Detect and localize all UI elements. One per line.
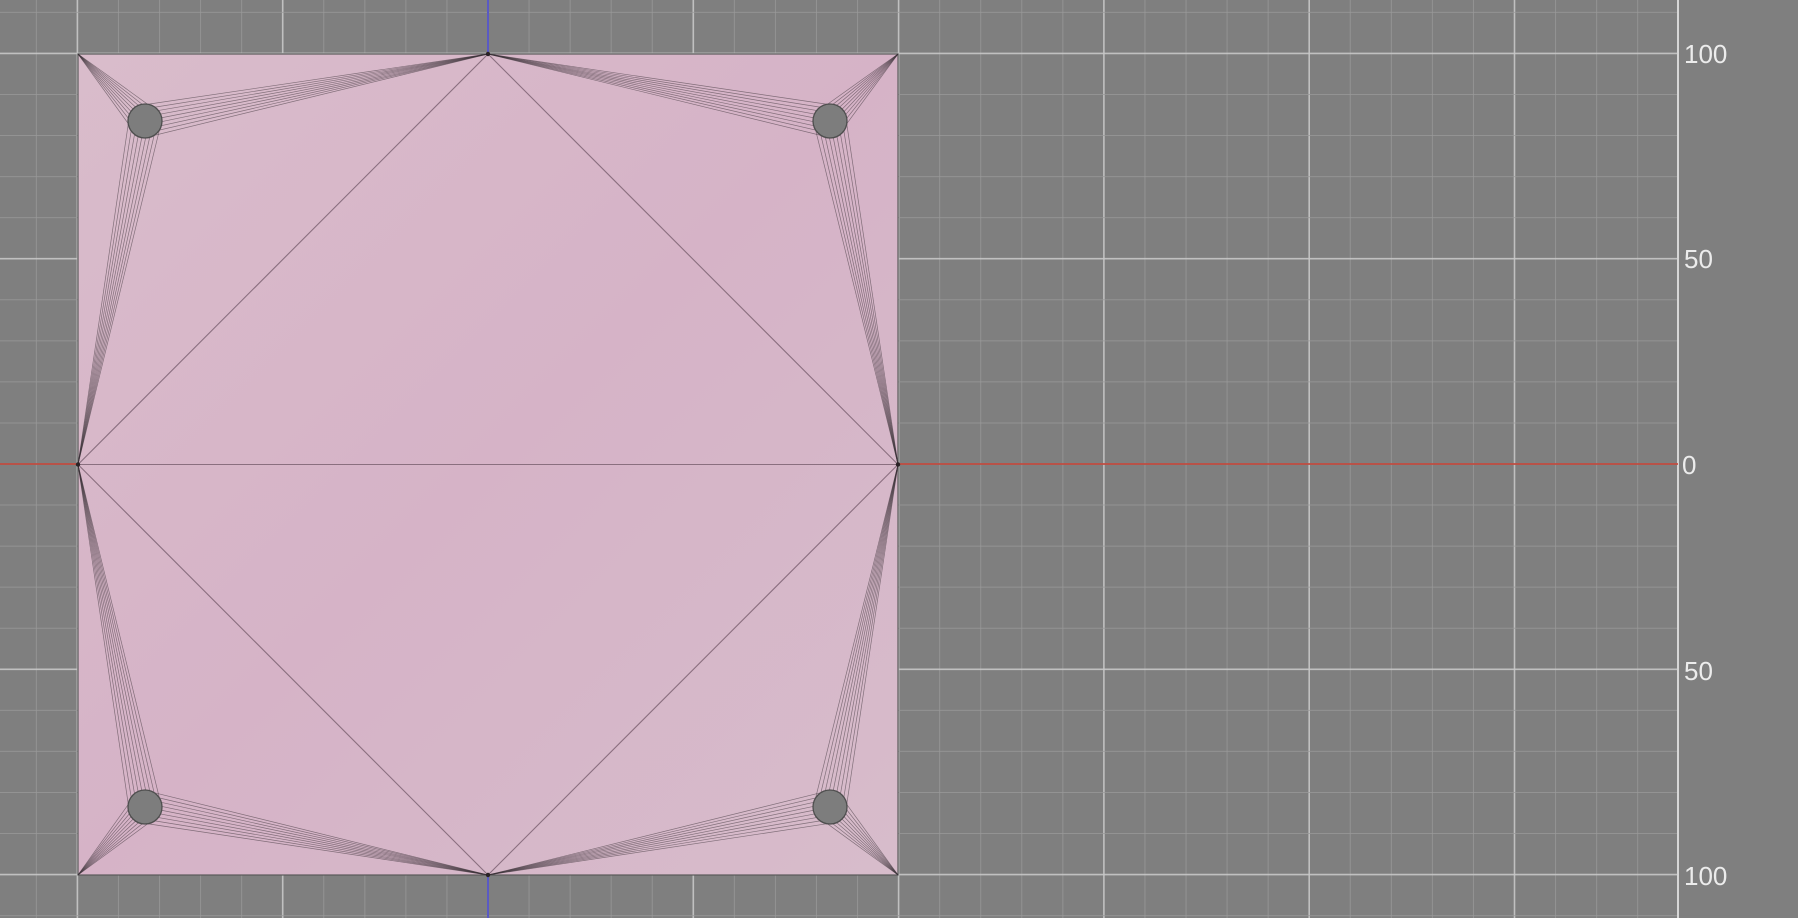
vertex-bottom <box>485 872 491 878</box>
ruler-label-upper-50: 50 <box>1684 244 1713 274</box>
vertex-left <box>75 462 81 467</box>
origami-canvas[interactable]: 100 50 0 50 100 <box>0 0 1798 918</box>
vertex-top <box>485 51 491 57</box>
ruler-label-top-100: 100 <box>1684 39 1727 69</box>
joint-bottom-right[interactable] <box>812 789 848 825</box>
joint-top-left[interactable] <box>127 103 163 139</box>
joint-bottom-left[interactable] <box>127 789 163 825</box>
paper-sheet[interactable] <box>75 51 901 878</box>
ruler-label-zero: 0 <box>1682 450 1696 480</box>
scene-svg[interactable]: 100 50 0 50 100 <box>0 0 1798 918</box>
ruler-label-bottom-100: 100 <box>1684 861 1727 891</box>
vertex-right <box>895 462 901 467</box>
joint-top-right[interactable] <box>812 103 848 139</box>
ruler-label-lower-50: 50 <box>1684 656 1713 686</box>
